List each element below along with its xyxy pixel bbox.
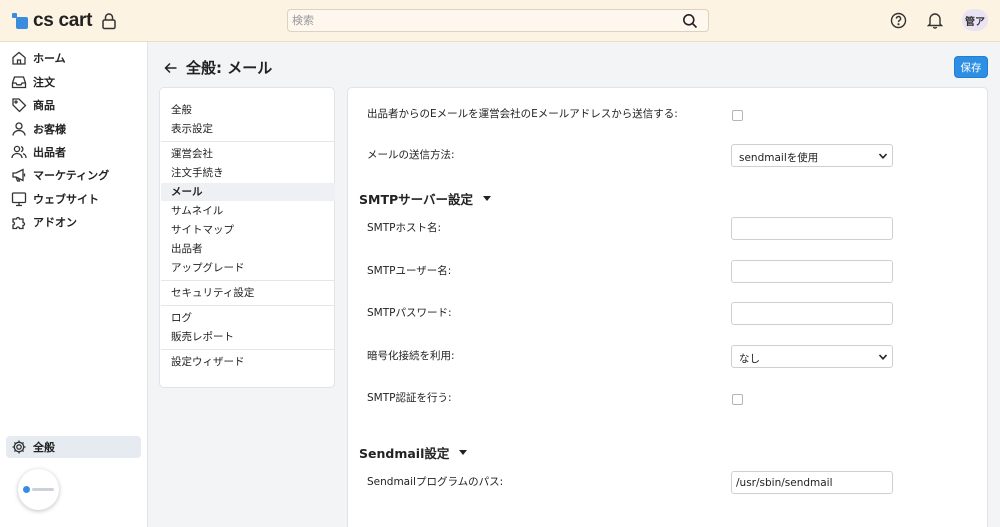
puzzle-icon [12, 216, 26, 230]
sidebar-item-marketing[interactable]: マーケティング [6, 164, 141, 186]
sidebar-item-addons[interactable]: アドオン [6, 211, 141, 233]
send-from-company-label: 出品者からのEメールを運営会社のEメールアドレスから送信する: [367, 108, 678, 120]
logo-text: cs cart [33, 10, 93, 31]
search-icon[interactable] [682, 13, 698, 29]
smtp-user-input[interactable] [731, 260, 893, 283]
promo-widget[interactable] [18, 469, 59, 510]
section-divider [161, 349, 335, 350]
sidebar-item-label: 商品 [33, 99, 55, 112]
send-method-value: sendmailを使用 [739, 152, 819, 164]
smtp-password-input[interactable] [731, 302, 893, 325]
bell-icon[interactable] [927, 11, 943, 29]
page-title: 全般: メール [186, 59, 273, 77]
section-item-wizard[interactable]: 設定ウィザード [161, 353, 335, 371]
smtp-auth-label: SMTP認証を行う: [367, 392, 452, 404]
cs-cart-logo[interactable]: cs cart [12, 11, 92, 31]
tag-icon [12, 98, 27, 113]
encryption-select[interactable]: なし [731, 345, 893, 368]
sidebar-item-customers[interactable]: お客様 [6, 118, 141, 140]
caret-down-icon [459, 449, 468, 455]
gear-icon [12, 440, 26, 454]
smtp-host-input[interactable] [731, 217, 893, 240]
home-icon [12, 51, 26, 65]
section-item-upgrade[interactable]: アップグレード [161, 259, 335, 277]
sidebar-item-vendors[interactable]: 出品者 [6, 141, 141, 163]
caret-down-icon [483, 195, 492, 201]
email-settings-form: 出品者からのEメールを運営会社のEメールアドレスから送信する: メールの送信方法… [347, 87, 988, 527]
help-icon[interactable] [890, 12, 907, 29]
encryption-label: 暗号化接続を利用: [367, 350, 455, 362]
chevron-down-icon [878, 153, 888, 159]
smtp-heading-text: SMTPサーバー設定 [359, 192, 474, 207]
section-divider [161, 305, 335, 306]
user-icon [12, 122, 26, 136]
section-item-vendors[interactable]: 出品者 [161, 240, 335, 258]
logo-mark [12, 13, 28, 29]
sidebar: ホーム 注文 商品 お客様 出品者 マーケティング ウェブサイト アドオン 全般 [0, 42, 148, 527]
search-box [287, 9, 709, 32]
send-method-label: メールの送信方法: [367, 149, 455, 161]
section-item-security[interactable]: セキュリティ設定 [161, 284, 335, 302]
users-icon [11, 145, 27, 159]
section-item-reports[interactable]: 販売レポート [161, 328, 335, 346]
back-arrow-icon[interactable] [163, 60, 179, 76]
smtp-auth-checkbox[interactable] [732, 394, 743, 405]
user-avatar[interactable]: 管ア [962, 9, 988, 31]
encryption-value: なし [739, 353, 760, 365]
section-item-thumbnails[interactable]: サムネイル [161, 202, 335, 220]
sendmail-heading-text: Sendmail設定 [359, 446, 450, 461]
smtp-section-heading[interactable]: SMTPサーバー設定 [359, 189, 492, 208]
lock-icon[interactable] [101, 12, 117, 30]
sendmail-path-label: Sendmailプログラムのパス: [367, 476, 504, 488]
section-item-emails[interactable]: メール [161, 183, 335, 201]
send-method-select[interactable]: sendmailを使用 [731, 144, 893, 167]
sidebar-item-home[interactable]: ホーム [6, 47, 141, 69]
sidebar-item-label: ホーム [33, 52, 66, 65]
section-item-logging[interactable]: ログ [161, 309, 335, 327]
sidebar-item-website[interactable]: ウェブサイト [6, 188, 141, 210]
smtp-password-label: SMTPパスワード: [367, 307, 452, 319]
section-item-general[interactable]: 全般 [161, 101, 335, 119]
sendmail-path-input[interactable] [731, 471, 893, 494]
sidebar-item-label: 出品者 [33, 146, 66, 159]
settings-sections-panel: 全般 表示設定 運営会社 注文手続き メール サムネイル サイトマップ 出品者 … [159, 87, 335, 388]
promo-logo-dot [23, 486, 30, 493]
sidebar-item-products[interactable]: 商品 [6, 94, 141, 116]
smtp-user-label: SMTPユーザー名: [367, 265, 452, 277]
search-input[interactable] [292, 12, 672, 29]
section-divider [161, 141, 335, 142]
sidebar-item-label: お客様 [33, 123, 66, 136]
save-button[interactable]: 保存 [954, 56, 988, 78]
sidebar-item-label: 全般 [33, 441, 55, 454]
sidebar-item-label: 注文 [33, 76, 55, 89]
monitor-icon [11, 192, 27, 207]
section-divider [161, 280, 335, 281]
section-item-sitemap[interactable]: サイトマップ [161, 221, 335, 239]
top-bar: cs cart 管ア [0, 0, 1000, 42]
sendmail-section-heading[interactable]: Sendmail設定 [359, 443, 468, 462]
section-item-appearance[interactable]: 表示設定 [161, 120, 335, 138]
sidebar-item-settings[interactable]: 全般 [6, 436, 141, 458]
send-from-company-checkbox[interactable] [732, 110, 743, 121]
sidebar-item-label: ウェブサイト [33, 193, 99, 206]
smtp-host-label: SMTPホスト名: [367, 222, 442, 234]
promo-logo-bar [32, 488, 54, 491]
inbox-icon [11, 76, 27, 89]
megaphone-icon [12, 168, 26, 182]
section-item-company[interactable]: 運営会社 [161, 145, 335, 163]
chevron-down-icon [878, 354, 888, 360]
sidebar-item-label: アドオン [33, 216, 77, 229]
sidebar-item-orders[interactable]: 注文 [6, 71, 141, 93]
sidebar-item-label: マーケティング [33, 169, 110, 182]
section-item-checkout[interactable]: 注文手続き [161, 164, 335, 182]
